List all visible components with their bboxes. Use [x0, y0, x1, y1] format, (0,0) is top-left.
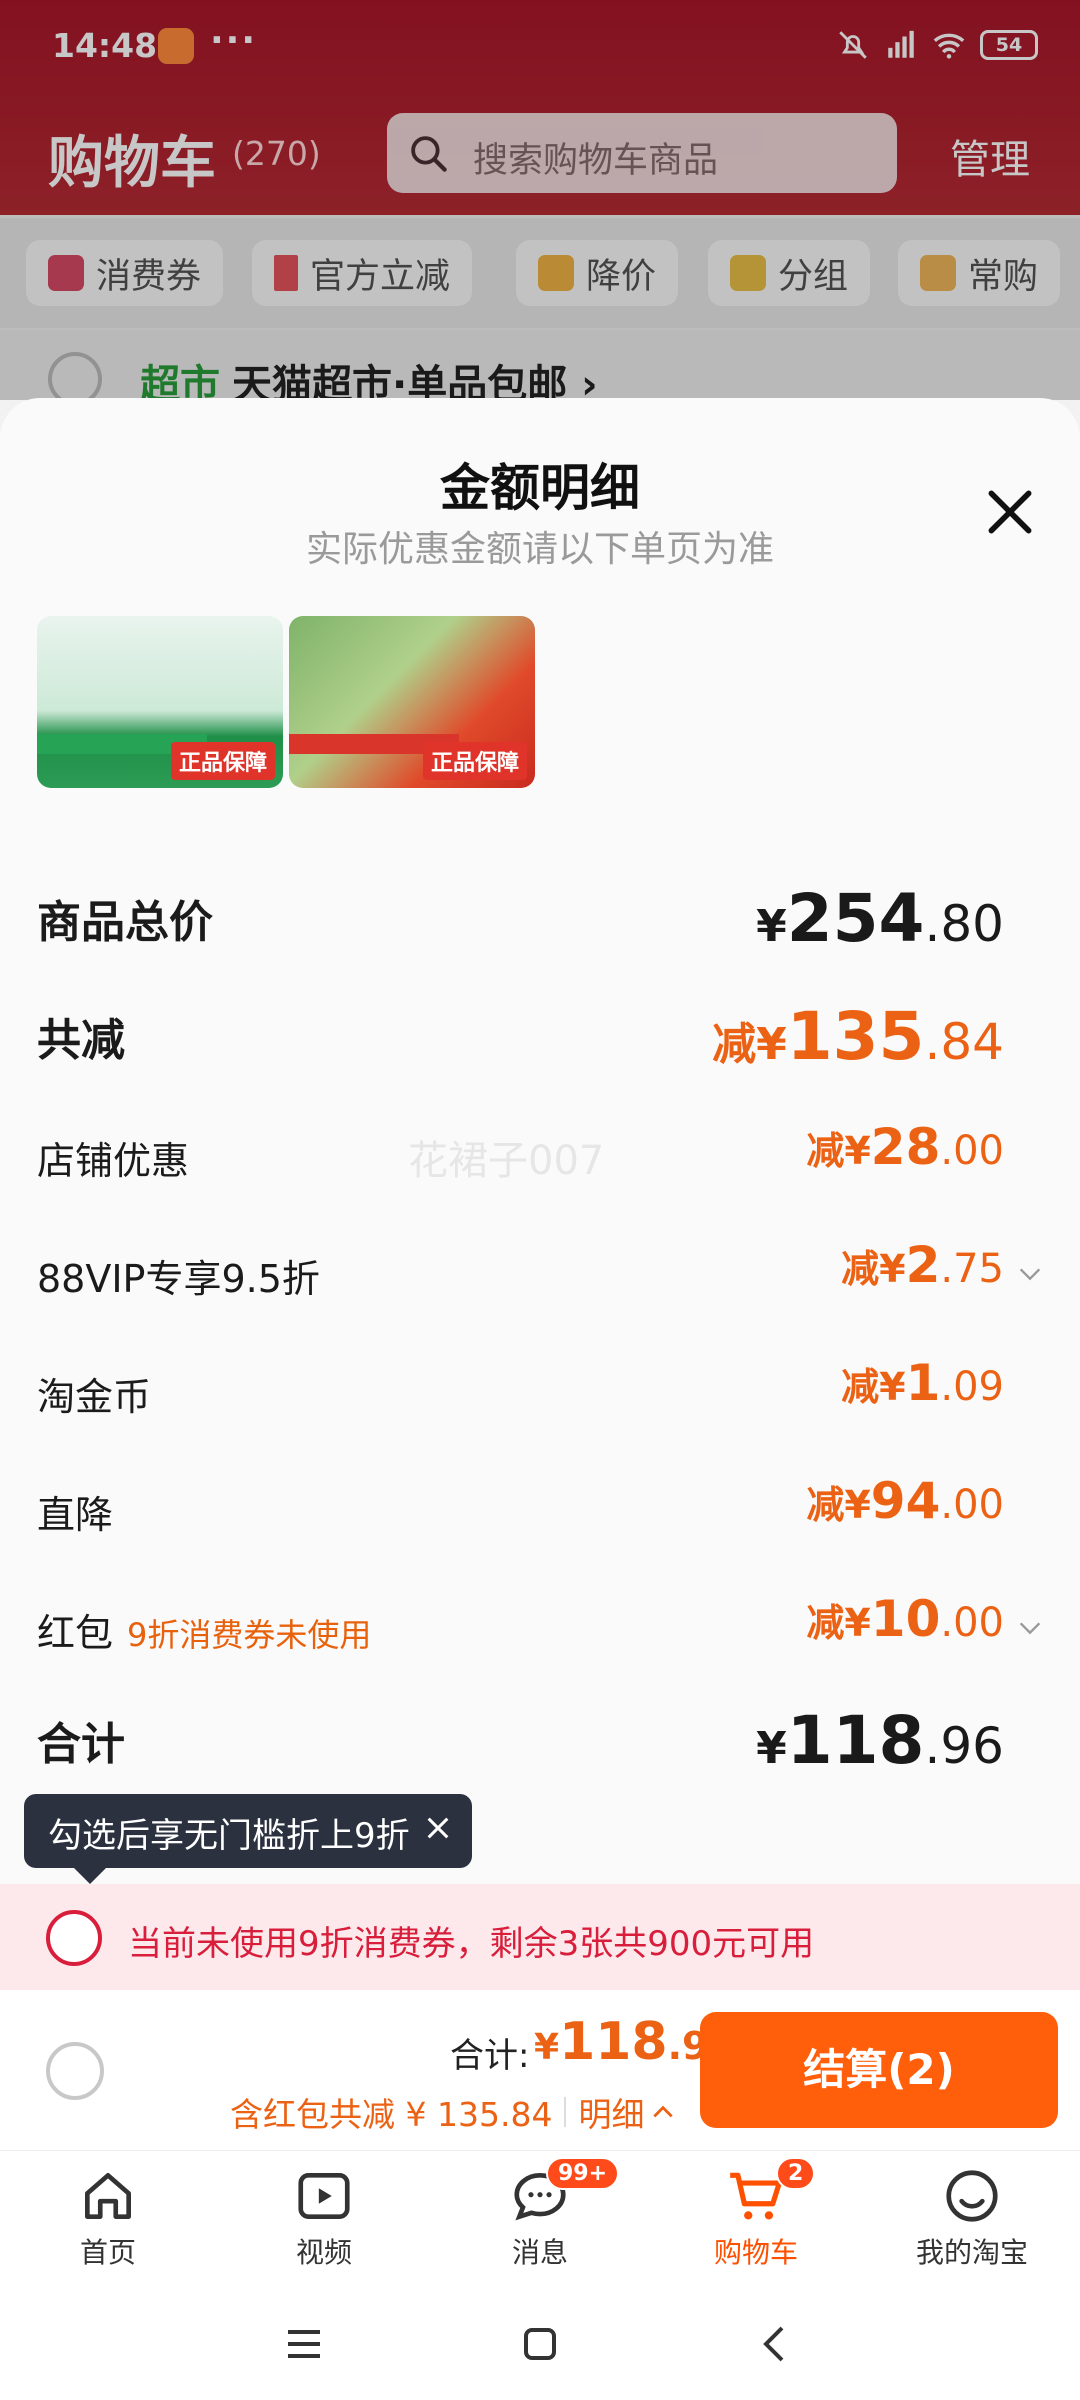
chevron-down-icon	[1019, 1268, 1041, 1281]
tab-video[interactable]: 视频	[234, 2165, 414, 2285]
system-navigation-bar	[0, 2290, 1080, 2400]
home-icon	[85, 2173, 131, 2219]
row-value: 减¥135.84	[712, 998, 1004, 1075]
product-thumbnail-1[interactable]: 正品保障	[37, 616, 283, 788]
row-value: 减¥28.00	[806, 1118, 1004, 1176]
home-square-icon[interactable]	[516, 2320, 564, 2368]
smile-icon	[946, 2170, 998, 2222]
row-label: 88VIP专享9.5折	[37, 1257, 320, 1301]
coupon-tooltip: 勾选后享无门槛折上9折	[24, 1794, 472, 1884]
row-value: ¥118.96	[756, 1702, 1004, 1779]
row-coin: 淘金币 减¥1.09	[0, 1354, 1080, 1434]
row-value: ¥254.80	[756, 880, 1004, 957]
row-label: 直降	[37, 1493, 114, 1537]
reduce-summary: 含红包共减 ¥ 135.84 明细	[230, 2088, 676, 2136]
reduce-text: 含红包共减 ¥ 135.84	[230, 2095, 553, 2134]
authentic-tag: 正品保障	[422, 742, 527, 780]
overlay-scrim[interactable]	[0, 0, 1080, 400]
row-total-price: 商品总价 ¥254.80	[0, 880, 1080, 960]
row-value: 减¥94.00	[806, 1472, 1004, 1530]
tab-my-taobao[interactable]: 我的淘宝	[882, 2165, 1062, 2285]
total-label: 合计:	[450, 2036, 530, 2076]
message-badge: 99+	[546, 2157, 620, 2190]
sheet-title: 金额明细	[440, 459, 640, 517]
row-value: 减¥1.09	[841, 1354, 1004, 1412]
coupon-select-radio[interactable]	[46, 1910, 102, 1966]
tooltip-text: 勾选后享无门槛折上9折	[48, 1816, 410, 1856]
row-vip[interactable]: 88VIP专享9.5折 减¥2.75	[0, 1236, 1080, 1316]
back-icon[interactable]	[752, 2320, 800, 2368]
row-value: 减¥2.75	[841, 1236, 1004, 1294]
menu-icon[interactable]	[280, 2320, 328, 2368]
row-label: 商品总价	[37, 897, 213, 948]
cart-badge: 2	[776, 2157, 816, 2190]
detail-toggle[interactable]: 明细	[578, 2088, 644, 2136]
tab-home[interactable]: 首页	[18, 2165, 198, 2285]
chevron-down-icon	[1019, 1622, 1041, 1635]
row-sum: 合计 ¥118.96	[0, 1702, 1080, 1782]
row-store-discount: 店铺优惠 减¥28.00	[0, 1118, 1080, 1198]
coupon-strip-text: 当前未使用9折消费券，剩余3张共900元可用	[128, 1924, 815, 1964]
checkout-bar: 合计: ¥118.96 含红包共减 ¥ 135.84 明细 结算(2)	[0, 1990, 1080, 2150]
authentic-tag: 正品保障	[170, 742, 275, 780]
row-label: 共减	[37, 1015, 125, 1066]
chevron-up-icon[interactable]	[650, 2099, 676, 2125]
tab-cart[interactable]: 购物车 2	[666, 2157, 846, 2285]
coupon-strip[interactable]: 当前未使用9折消费券，剩余3张共900元可用	[0, 1884, 1080, 1990]
row-label: 合计	[37, 1719, 125, 1770]
close-icon[interactable]	[424, 1814, 452, 1842]
row-value: 减¥10.00	[806, 1590, 1004, 1648]
select-all-radio[interactable]	[46, 2042, 104, 2100]
row-label: 店铺优惠	[37, 1139, 190, 1183]
product-thumbnail-2[interactable]: 正品保障	[289, 616, 535, 788]
checkout-button[interactable]: 结算(2)	[700, 2012, 1058, 2128]
row-direct-reduce: 直降 减¥94.00	[0, 1472, 1080, 1552]
row-label: 红包 9折消费券未使用	[37, 1611, 372, 1655]
coupon-unused-note: 9折消费券未使用	[127, 1616, 372, 1654]
close-icon[interactable]	[982, 484, 1038, 540]
row-red-packet[interactable]: 红包 9折消费券未使用 减¥10.00	[0, 1590, 1080, 1670]
video-icon	[298, 2173, 350, 2219]
row-label: 淘金币	[37, 1375, 152, 1419]
row-total-reduce: 共减 减¥135.84	[0, 998, 1080, 1078]
tab-messages[interactable]: 消息 99+	[450, 2157, 630, 2285]
bottom-tab-bar: 首页 视频 消息 99+ 购物车 2 我的淘宝	[0, 2150, 1080, 2290]
sheet-subtitle: 实际优惠金额请以下单页为准	[305, 529, 774, 570]
